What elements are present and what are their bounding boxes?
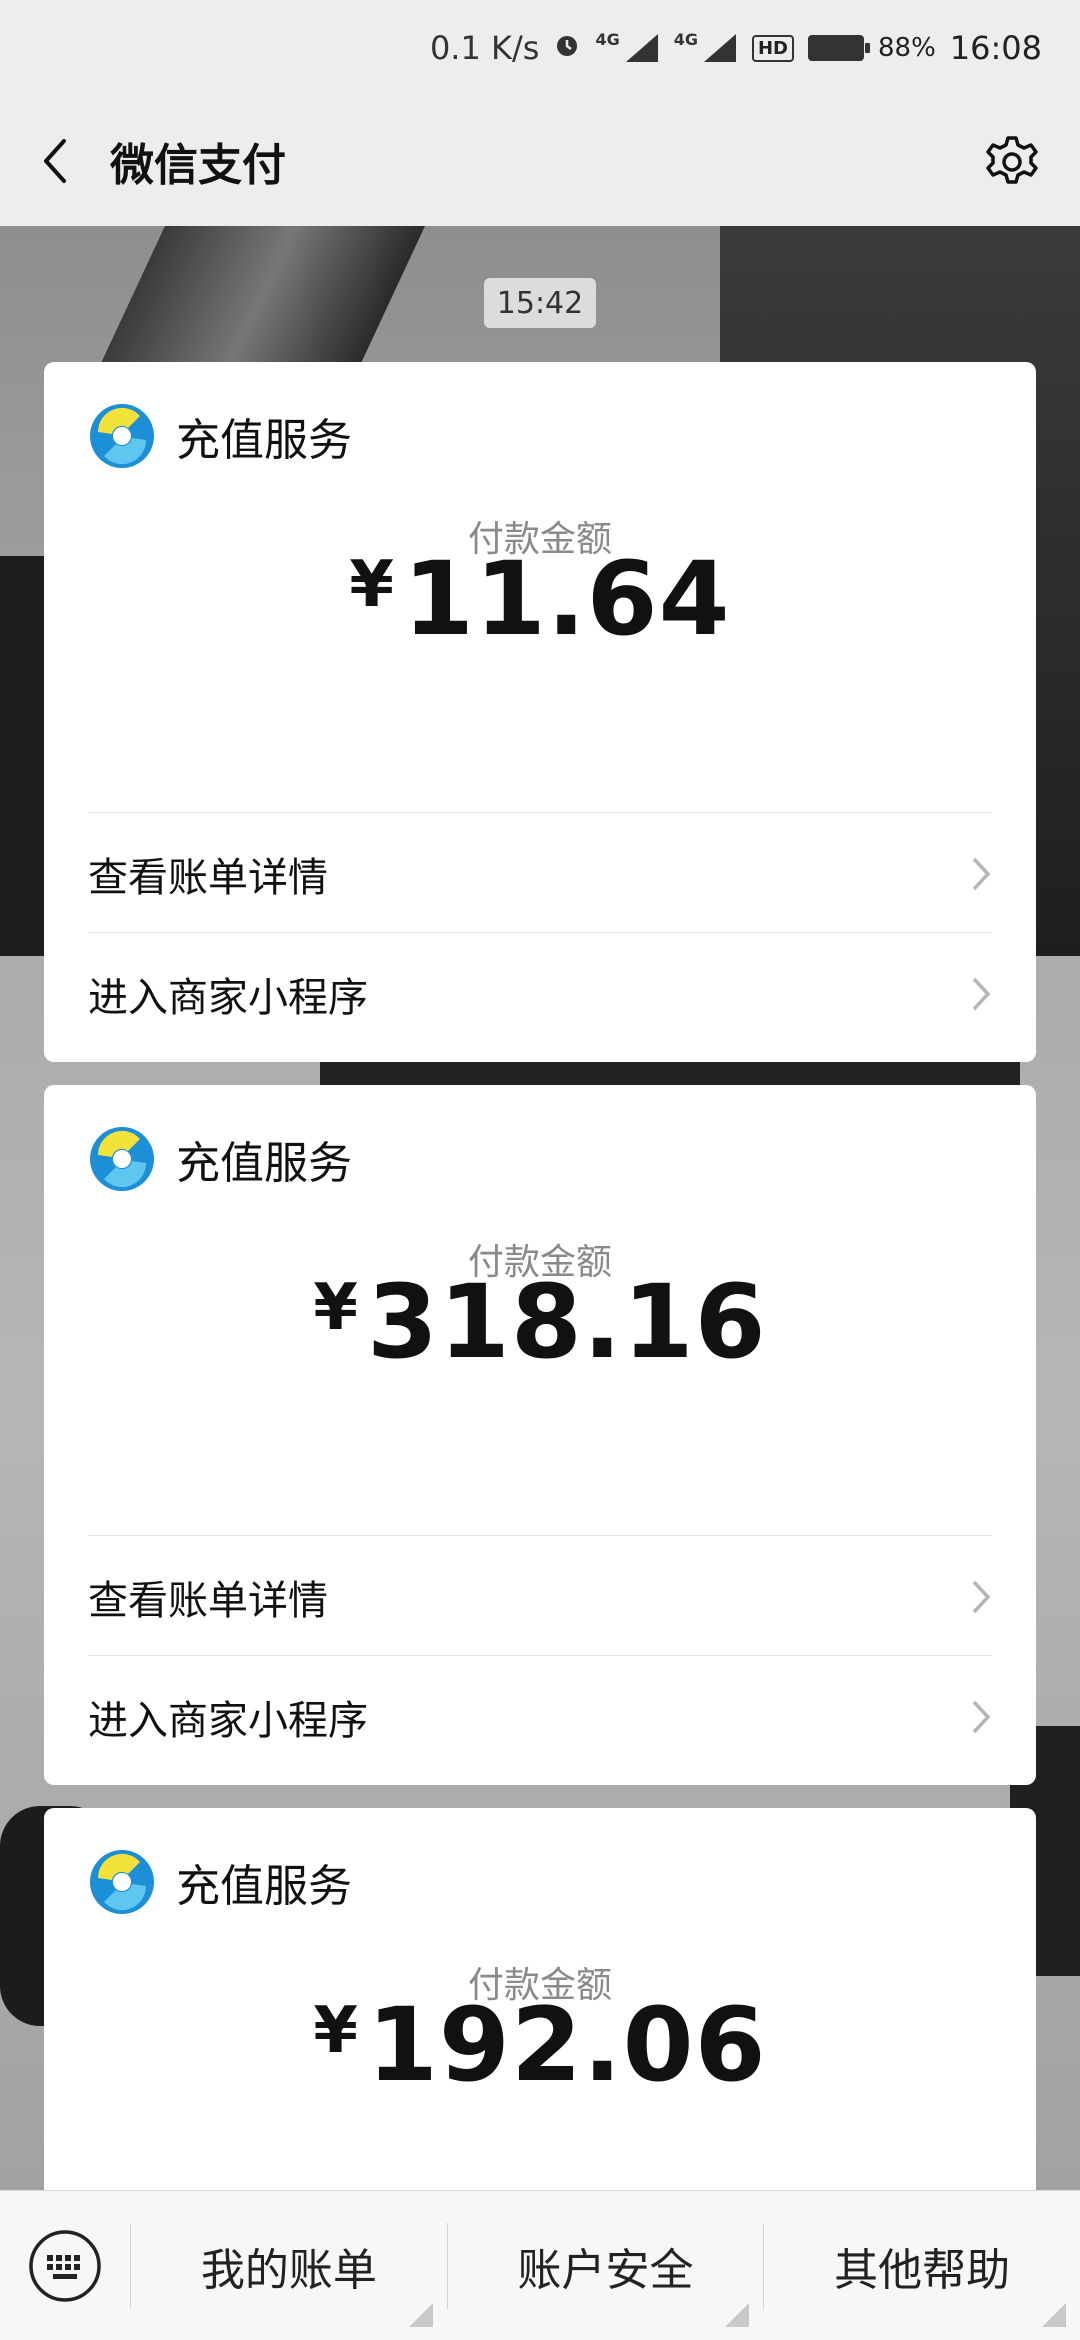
currency-symbol: ¥ bbox=[313, 1994, 359, 2068]
card-header: 充值服务 bbox=[88, 1848, 352, 1916]
clock: 16:08 bbox=[949, 29, 1042, 67]
merchant-logo-icon bbox=[90, 1127, 154, 1191]
view-bill-details-link[interactable]: 查看账单详情 bbox=[88, 814, 992, 934]
submenu-indicator-icon bbox=[725, 2302, 750, 2327]
chevron-right-icon bbox=[972, 1580, 991, 1614]
divider bbox=[88, 932, 992, 933]
view-bill-details-link[interactable]: 查看账单详情 bbox=[88, 1537, 992, 1657]
open-mini-program-link[interactable]: 进入商家小程序 bbox=[88, 1657, 992, 1777]
menu-tab-account-security[interactable]: 账户安全 bbox=[448, 2191, 764, 2340]
back-button[interactable] bbox=[0, 96, 110, 226]
merchant-name: 充值服务 bbox=[176, 1138, 352, 1189]
hd-badge: HD bbox=[751, 34, 794, 62]
currency-symbol: ¥ bbox=[349, 548, 395, 622]
payment-amount: ¥11.64 bbox=[44, 540, 1036, 659]
settings-button[interactable] bbox=[982, 132, 1042, 192]
payment-amount: ¥192.06 bbox=[44, 1986, 1036, 2105]
menu-tab-other-help[interactable]: 其他帮助 bbox=[764, 2191, 1080, 2340]
payment-amount: ¥318.16 bbox=[44, 1263, 1036, 1382]
card-header: 充值服务 bbox=[88, 1125, 352, 1193]
merchant-name: 充值服务 bbox=[176, 1861, 352, 1912]
payment-card[interactable]: 充值服务 付款金额 ¥11.64 查看账单详情 进入商家小程序 bbox=[44, 362, 1036, 1062]
merchant-logo-icon bbox=[90, 1850, 154, 1914]
link-label: 进入商家小程序 bbox=[88, 975, 368, 1021]
signal-icon bbox=[624, 32, 660, 64]
menu-tab-my-bills[interactable]: 我的账单 bbox=[131, 2191, 447, 2340]
divider bbox=[88, 1655, 992, 1656]
keyboard-icon bbox=[29, 2229, 101, 2302]
chevron-right-icon bbox=[972, 1700, 991, 1734]
currency-symbol: ¥ bbox=[313, 1271, 359, 1345]
submenu-indicator-icon bbox=[408, 2302, 433, 2327]
battery-percent: 88% bbox=[877, 33, 936, 63]
nav-bar: 微信支付 bbox=[0, 96, 1080, 226]
chevron-right-icon bbox=[972, 977, 991, 1011]
page-title: 微信支付 bbox=[110, 140, 286, 191]
bottom-menu-bar: 我的账单 账户安全 其他帮助 bbox=[0, 2190, 1080, 2340]
merchant-logo-icon bbox=[90, 404, 154, 468]
back-arrow-icon bbox=[44, 139, 66, 183]
menu-tab-label: 账户安全 bbox=[517, 2244, 694, 2296]
keyboard-toggle-button[interactable] bbox=[0, 2191, 130, 2340]
submenu-indicator-icon bbox=[1042, 2302, 1067, 2327]
merchant-name: 充值服务 bbox=[176, 415, 352, 466]
amount-value: 192.06 bbox=[366, 1986, 767, 2105]
payment-card[interactable]: 充值服务 付款金额 ¥318.16 查看账单详情 进入商家小程序 bbox=[44, 1085, 1036, 1785]
link-label: 进入商家小程序 bbox=[88, 1698, 368, 1744]
status-bar: 0.1 K/s 4G 4G HD 88% 16:08 bbox=[0, 0, 1080, 96]
sim2-network-tag: 4G bbox=[673, 30, 698, 49]
divider bbox=[88, 1535, 992, 1536]
card-header: 充值服务 bbox=[88, 402, 352, 470]
sim1-network-tag: 4G bbox=[595, 30, 620, 49]
menu-tab-label: 其他帮助 bbox=[834, 2244, 1011, 2296]
menu-tab-label: 我的账单 bbox=[200, 2244, 377, 2296]
message-timestamp: 15:42 bbox=[484, 278, 596, 328]
open-mini-program-link[interactable]: 进入商家小程序 bbox=[88, 934, 992, 1054]
divider bbox=[88, 812, 992, 813]
signal-icon-2 bbox=[702, 32, 738, 64]
link-label: 查看账单详情 bbox=[88, 855, 328, 901]
link-label: 查看账单详情 bbox=[88, 1578, 328, 1624]
amount-value: 318.16 bbox=[366, 1263, 767, 1382]
amount-value: 11.64 bbox=[402, 540, 731, 659]
payment-card[interactable]: 充值服务 付款金额 ¥192.06 bbox=[44, 1808, 1036, 2228]
gear-icon bbox=[986, 136, 1038, 184]
chevron-right-icon bbox=[972, 857, 991, 891]
network-speed: 0.1 K/s bbox=[429, 29, 540, 67]
alarm-icon bbox=[553, 29, 581, 67]
battery-icon bbox=[807, 35, 870, 61]
